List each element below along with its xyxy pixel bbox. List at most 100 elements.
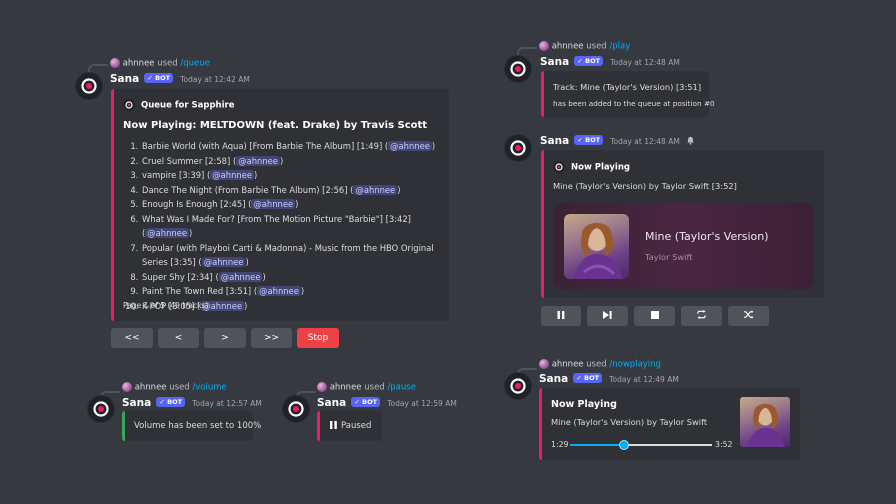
command-name[interactable]: /volume [192,383,226,393]
nowplaying-embed: Now Playing Mine (Taylor's Version) by T… [539,388,800,460]
stop-button[interactable]: Stop [297,328,339,348]
track-text: What Was I Made For? [From The Motion Pi… [142,213,411,224]
user-mention[interactable]: @ahnnee [257,286,301,296]
bot-avatar[interactable] [283,396,309,422]
prev-page-button[interactable]: < [158,328,199,348]
queue-track-item: Super Shy [2:34] (@ahnnee) [141,270,453,285]
music-card: Mine (Taylor's Version) Taylor Swift [553,203,813,289]
embed-author: Queue for Sapphire [123,99,234,111]
message-header: Sana ✓ BOT Today at 12:48 AM [540,56,680,68]
timestamp: Today at 12:42 AM [180,75,250,84]
bot-avatar[interactable] [505,56,531,82]
command-usage-line: ahnnee used /queue [110,58,210,69]
bot-name[interactable]: Sana [122,397,151,409]
next-page-button[interactable]: > [204,328,246,348]
user-mention[interactable]: @ahnnee [388,141,432,151]
embed-author-text: Queue for Sapphire [141,100,235,111]
album-thumbnail [740,397,790,447]
track-text: Super Shy [2:34] [142,271,213,282]
bot-avatar[interactable] [88,396,114,422]
message-header: Sana ✓ BOT Today at 12:42 AM [110,73,250,85]
invoker-name[interactable]: ahnnee [552,42,584,52]
total-time: 3:52 [715,440,733,449]
now-playing-description: Mine (Taylor's Version) by Taylor Swift [551,417,708,427]
queue-track-item: vampire [3:39] (@ahnnee) [141,168,453,183]
pause-icon [330,421,337,429]
user-avatar-mini[interactable] [110,58,120,68]
timestamp: Today at 12:57 AM [192,399,262,408]
bot-name[interactable]: Sana [540,135,569,147]
bot-badge: ✓ BOT [573,373,603,383]
used-word: used [586,41,607,52]
track-text: Dance The Night (From Barbie The Album) … [142,184,348,195]
bot-badge: ✓ BOT [351,397,381,407]
now-playing-description: Mine (Taylor's Version) by Taylor Swift … [553,181,737,191]
bot-avatar[interactable] [505,373,531,399]
progress-track[interactable] [570,440,712,450]
shuffle-button[interactable] [728,306,769,326]
queue-track-item: Barbie World (with Aqua) [From Barbie Th… [141,139,453,154]
timestamp: Today at 12:48 AM [610,137,680,146]
skip-button[interactable] [587,306,628,326]
bot-avatar[interactable] [505,135,531,161]
used-word: used [586,359,607,370]
user-avatar-mini[interactable] [539,359,549,369]
stop-playback-button[interactable] [634,306,675,326]
embed-footer: Page 1 of 5 (49 tracks) [123,301,209,310]
bot-name[interactable]: Sana [110,73,139,85]
user-mention[interactable]: @ahnnee [353,184,398,195]
invoker-name[interactable]: ahnnee [330,383,362,393]
repeat-button[interactable] [681,306,722,326]
command-name[interactable]: /nowplaying [609,360,661,370]
used-word: used [157,58,178,69]
progress-knob[interactable] [618,440,629,450]
command-name[interactable]: /queue [180,59,210,69]
volume-embed: Volume has been set to 100% [122,411,261,441]
message-header: Sana ✓ BOT Today at 12:57 AM [122,397,262,409]
user-mention[interactable]: @ahnnee [210,170,254,180]
invoker-name[interactable]: ahnnee [123,59,155,69]
user-mention[interactable]: @ahnnee [218,271,263,282]
volume-text: Volume has been set to 100% [134,421,262,431]
used-word: used [364,382,385,393]
repeat-icon [696,310,707,322]
last-page-button[interactable]: >> [251,328,292,348]
user-avatar-mini[interactable] [122,382,132,392]
bot-name[interactable]: Sana [540,56,569,68]
album-art [564,214,629,279]
command-name[interactable]: /pause [387,383,416,393]
track-text: Popular (with Playboi Carti & Madonna) -… [142,242,434,268]
timestamp: Today at 12:49 AM [609,375,679,384]
track-text: Cruel Summer [2:58] [142,155,231,166]
user-mention[interactable]: @ahnnee [236,155,280,166]
queue-list: Barbie World (with Aqua) [From Barbie Th… [127,139,453,313]
bot-icon [553,161,565,173]
elapsed-time: 1:29 [551,440,569,449]
bot-name[interactable]: Sana [317,397,346,409]
stop-icon [650,310,659,322]
invoker-name[interactable]: ahnnee [552,360,584,370]
user-mention[interactable]: @ahnnee [201,257,246,267]
command-usage-line: ahnnee used /volume [122,382,227,393]
card-artist: Taylor Swift [645,252,693,262]
user-mention[interactable]: @ahnnee [251,199,296,209]
bot-icon [123,99,135,111]
bell-icon [686,136,695,148]
track-text: vampire [3:39] [142,170,205,180]
pause-line: Paused [330,421,371,431]
track-text: Barbie World (with Aqua) [From Barbie Th… [142,141,383,151]
card-title: Mine (Taylor's Version) [645,230,769,243]
pause-button[interactable] [541,306,581,326]
user-mention[interactable]: @ahnnee [145,228,190,238]
invoker-name[interactable]: ahnnee [135,383,167,393]
command-name[interactable]: /play [609,42,630,52]
timestamp: Today at 12:59 AM [387,399,457,408]
bot-avatar[interactable] [76,73,102,99]
first-page-button[interactable]: << [111,328,153,348]
bot-name[interactable]: Sana [539,373,568,385]
queue-track-item: Dance The Night (From Barbie The Album) … [141,183,453,198]
command-usage-line: ahnnee used /play [539,41,630,52]
user-avatar-mini[interactable] [317,382,327,392]
user-avatar-mini[interactable] [539,41,549,51]
pause-embed: Paused [317,411,382,441]
